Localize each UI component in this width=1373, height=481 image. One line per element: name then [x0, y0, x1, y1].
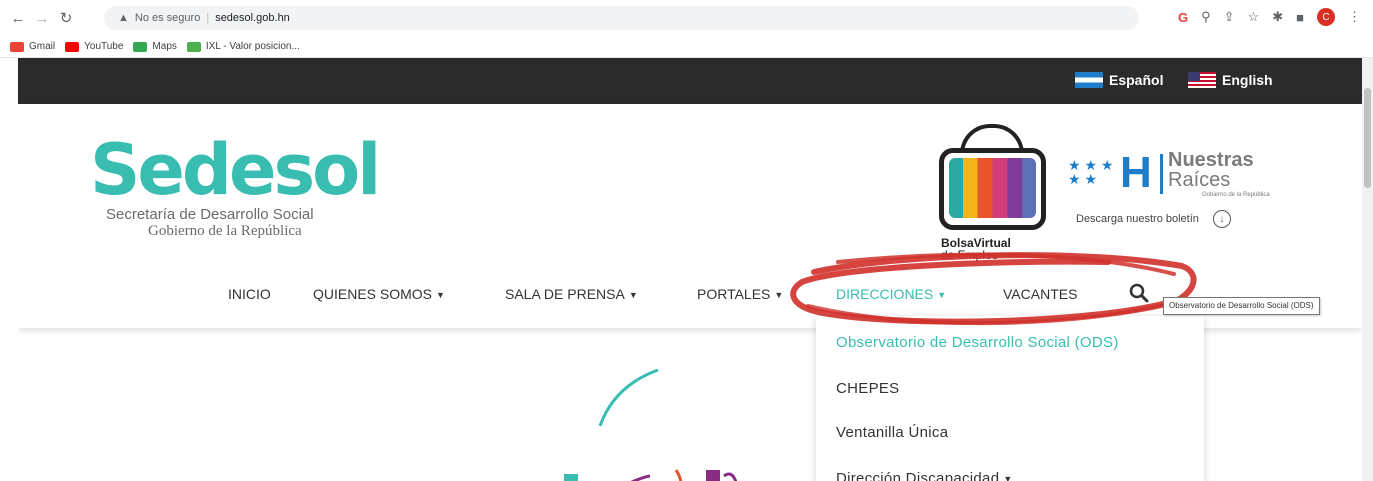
bookmark-gmail[interactable]: Gmail	[10, 41, 55, 52]
sidepanel-icon[interactable]: ■	[1296, 10, 1304, 25]
bookmark-star-icon[interactable]: ☆	[1248, 9, 1260, 25]
bookmark-label: Gmail	[29, 41, 56, 52]
dropdown-item-chepes[interactable]: CHEPES	[836, 380, 900, 397]
url-text[interactable]: sedesol.gob.hn	[215, 12, 290, 24]
nav-label: SALA DE PRENSA	[505, 286, 625, 302]
caret-down-icon: ▼	[436, 290, 445, 300]
caret-down-icon: ▼	[937, 290, 947, 300]
caret-down-icon: ▼	[628, 290, 638, 300]
caret-down-icon: ▼	[1003, 474, 1013, 481]
warning-icon[interactable]: ▲	[118, 12, 129, 24]
google-icon[interactable]: G	[1178, 10, 1188, 25]
menu-kebab-icon[interactable]: ⋮	[1348, 9, 1361, 25]
nav-quienes-somos[interactable]: QUIENES SOMOS ▼	[313, 286, 445, 302]
download-icon[interactable]: ↓	[1212, 210, 1231, 228]
back-icon[interactable]: ←	[8, 8, 28, 28]
stars-icon: ★ ★ ★ ★ ★	[1068, 157, 1114, 187]
divider: |	[206, 12, 210, 24]
profile-avatar[interactable]: C	[1317, 8, 1335, 26]
us-flag-icon	[1188, 72, 1216, 88]
share-icon[interactable]: ⇪	[1224, 9, 1235, 25]
sedesol-logo[interactable]: Sedesol Secretaría de Desarrollo Social …	[90, 129, 381, 240]
raices-line3: Gobierno de la República	[1202, 192, 1270, 198]
boletin-download[interactable]: Descarga nuestro boletín ↓	[1076, 210, 1231, 228]
logo-subtitle-2: Gobierno de la República	[148, 223, 302, 239]
search-icon[interactable]	[1128, 282, 1150, 304]
bookmark-ixl[interactable]: IXL - Valor posicion...	[186, 41, 300, 52]
lang-label: Español	[1109, 72, 1164, 88]
nav-sala-prensa[interactable]: SALA DE PRENSA ▼	[505, 286, 638, 302]
lang-english[interactable]: English	[1188, 72, 1273, 88]
main-nav: INICIO QUIENES SOMOS ▼ SALA DE PRENSA ▼ PO…	[18, 276, 1362, 316]
bookmark-label: Maps	[152, 41, 177, 52]
bookmark-youtube[interactable]: YouTube	[65, 41, 123, 52]
nav-label: VACANTES	[1003, 286, 1078, 302]
nav-vacantes[interactable]: VACANTES	[1003, 286, 1077, 302]
nav-inicio[interactable]: INICIO	[228, 286, 271, 302]
bag-stripes	[949, 158, 1036, 218]
nav-label: QUIENES SOMOS	[313, 286, 433, 302]
scrollbar-thumb[interactable]	[1364, 88, 1371, 188]
nav-label: INICIO	[228, 286, 271, 302]
security-label[interactable]: No es seguro	[135, 12, 200, 24]
boletin-label: Descarga nuestro boletín	[1076, 213, 1199, 225]
decorative-graphic	[564, 368, 738, 481]
extensions-area: G ⚲ ⇪ ☆ ✱ ■ C ⋮	[1178, 8, 1361, 26]
ixl-icon	[186, 41, 201, 52]
bookmark-label: YouTube	[84, 41, 124, 52]
site-header: Sedesol Secretaría de Desarrollo Social …	[18, 104, 1362, 328]
forward-icon[interactable]: →	[32, 8, 52, 28]
lang-label: English	[1222, 72, 1273, 88]
extensions-icon[interactable]: ✱	[1272, 9, 1283, 25]
nav-portales[interactable]: PORTALES ▼	[697, 286, 783, 302]
raices-line1: Nuestras	[1168, 149, 1254, 171]
youtube-icon	[65, 41, 80, 52]
bookmark-label: IXL - Valor posicion...	[205, 41, 300, 52]
address-bar[interactable]: ▲ No es seguro | sedesol.gob.hn	[104, 6, 1139, 30]
dropdown-item-label: Observatorio de Desarrollo Social (ODS)	[836, 334, 1119, 351]
divider	[1160, 154, 1163, 194]
dropdown-item-label: CHEPES	[836, 380, 900, 397]
dropdown-item-discapacidad[interactable]: Dirección Discapacidad ▼	[836, 470, 1013, 481]
direcciones-dropdown: Observatorio de Desarrollo Social (ODS) …	[816, 316, 1204, 481]
bolsa-line2: de Empleo	[941, 248, 999, 262]
nav-direcciones[interactable]: DIRECCIONES ▼	[836, 286, 946, 302]
dropdown-item-ods[interactable]: Observatorio de Desarrollo Social (ODS)	[836, 334, 1119, 351]
dropdown-item-ventanilla[interactable]: Ventanilla Única	[836, 424, 948, 441]
lang-spanish[interactable]: Español	[1075, 72, 1163, 88]
nav-label: PORTALES	[697, 286, 771, 302]
zoom-icon[interactable]: ⚲	[1201, 9, 1211, 25]
dropdown-item-label: Ventanilla Única	[836, 424, 949, 441]
dropdown-item-label: Dirección Discapacidad	[836, 470, 1000, 481]
bookmarks-bar: Gmail YouTube Maps IXL - Valor posicion.…	[0, 36, 1373, 58]
honduras-flag-icon	[1075, 72, 1103, 88]
gmail-icon	[10, 41, 24, 52]
scrollbar[interactable]	[1362, 58, 1373, 481]
reload-icon[interactable]: ↻	[56, 8, 76, 28]
bolsa-empleo-logo[interactable]: BolsaVirtual de Empleo	[937, 124, 1052, 262]
nav-label: DIRECCIONES	[836, 286, 934, 302]
bookmark-maps[interactable]: Maps	[133, 41, 177, 52]
web-page: Español English Sedesol Secretaría de De…	[18, 58, 1362, 481]
tooltip: Observatorio de Desarrollo Social (ODS)	[1163, 297, 1320, 315]
top-bar: Español English	[18, 58, 1362, 104]
logo-word: Sedesol	[90, 129, 381, 211]
caret-down-icon: ▼	[774, 290, 784, 300]
h-mark: H	[1120, 148, 1152, 197]
raices-line2: Raíces	[1168, 169, 1231, 191]
maps-icon	[133, 41, 148, 52]
browser-toolbar: ← → ↻ ▲ No es seguro | sedesol.gob.hn G …	[0, 0, 1373, 36]
